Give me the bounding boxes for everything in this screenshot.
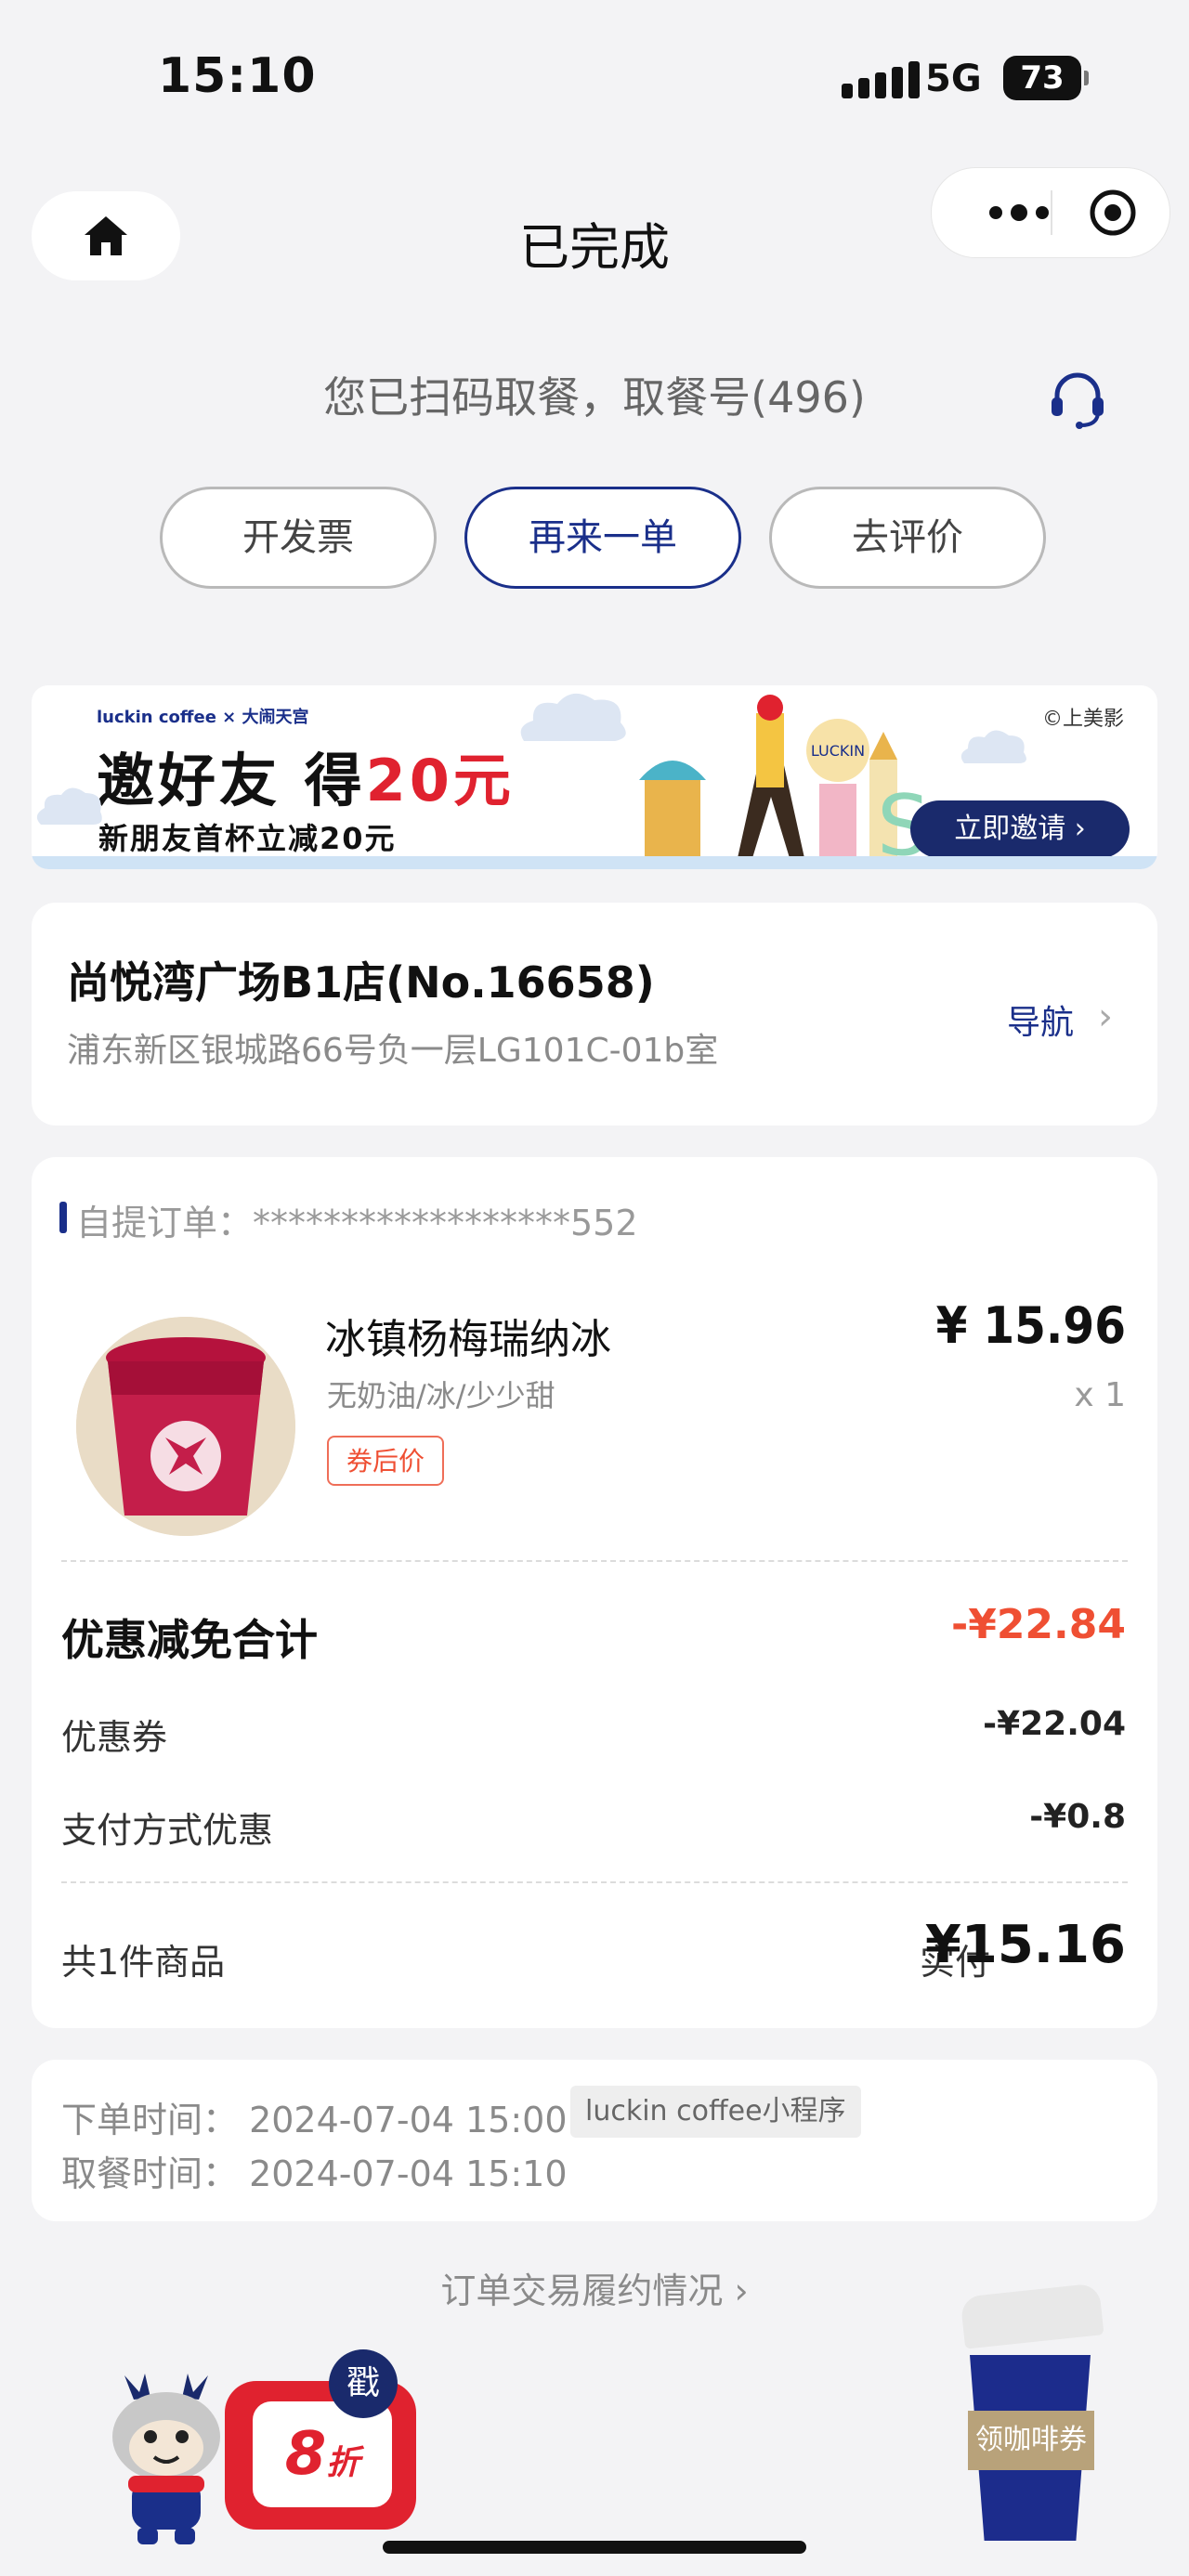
channel-tag: luckin coffee小程序 xyxy=(570,2086,861,2138)
cloud-icon xyxy=(36,787,102,825)
invoice-button[interactable]: 开发票 xyxy=(160,487,437,589)
order-accent-bar xyxy=(59,1202,67,1233)
invite-banner[interactable]: luckin coffee × 大闹天宫 邀好友 得20元 新朋友首杯立减20元… xyxy=(32,685,1157,869)
discount-unit: 折 xyxy=(326,2444,360,2482)
svg-text:LUCKIN: LUCKIN xyxy=(811,742,865,760)
home-indicator xyxy=(383,2541,806,2554)
more-icon[interactable] xyxy=(963,168,1075,257)
capsule-divider xyxy=(1051,190,1052,235)
product-price: ¥ 15.96 xyxy=(935,1296,1126,1355)
battery-icon: 73 xyxy=(1003,56,1089,100)
product-name: 冰镇杨梅瑞纳冰 xyxy=(325,1316,611,1363)
customer-service-icon[interactable] xyxy=(1046,368,1109,435)
pickup-time: 取餐时间： 2024-07-04 15:10 xyxy=(61,2153,568,2194)
product-quantity: x 1 xyxy=(1074,1376,1126,1414)
coffee-coupon-promo[interactable]: 领咖啡券 xyxy=(946,2283,1113,2550)
invite-button[interactable]: 立即邀请 › xyxy=(910,800,1130,858)
paris-illustration: LUCKIN S xyxy=(639,695,923,858)
coupon-price-tag: 券后价 xyxy=(327,1436,444,1486)
coupon-value: -¥22.04 xyxy=(983,1705,1126,1743)
status-time: 15:10 xyxy=(158,48,317,104)
chevron-right-icon[interactable]: › xyxy=(1098,995,1113,1038)
banner-copyright: ©上美影 xyxy=(1041,708,1124,731)
banner-headline-prefix: 邀好友 得 xyxy=(97,747,366,814)
store-name: 尚悦湾广场B1店(No.16658) xyxy=(67,957,655,1008)
deer-mascot-icon xyxy=(112,2374,220,2544)
discount-label: 8折 xyxy=(253,2401,392,2507)
divider xyxy=(61,1881,1128,1883)
stamp-badge: 戳 xyxy=(329,2349,398,2418)
payment-discount-value: -¥0.8 xyxy=(1029,1798,1126,1836)
banner-strip xyxy=(32,856,1157,869)
signal-icon xyxy=(842,61,920,98)
divider xyxy=(61,1560,1128,1562)
discount-total-label: 优惠减免合计 xyxy=(61,1615,318,1665)
banner-subline: 新朋友首杯立减20元 xyxy=(98,821,397,856)
order-time-card: 下单时间： 2024-07-04 15:00 luckin coffee小程序 … xyxy=(32,2060,1157,2221)
order-card: 自提订单：******************552 冰镇杨梅瑞纳冰 无奶油/冰… xyxy=(32,1157,1157,2028)
cup-lid xyxy=(960,2283,1104,2349)
coupon-label: 优惠券 xyxy=(61,1717,168,1758)
store-address: 浦东新区银城路66号负一层LG101C-01b室 xyxy=(67,1032,719,1070)
payment-discount-label: 支付方式优惠 xyxy=(61,1810,274,1851)
order-time: 下单时间： 2024-07-04 15:00 xyxy=(61,2100,568,2140)
cloud-icon xyxy=(520,693,626,741)
product-spec: 无奶油/冰/少少甜 xyxy=(327,1378,555,1413)
discount-promo[interactable]: 8折 戳 xyxy=(97,2349,431,2554)
banner-headline-amount: 20元 xyxy=(365,747,515,814)
coffee-coupon-label: 领咖啡券 xyxy=(968,2411,1094,2470)
cloud-icon xyxy=(960,730,1026,763)
paid-amount: ¥15.16 xyxy=(924,1915,1126,1975)
order-number: 自提订单：******************552 xyxy=(76,1203,638,1243)
miniprogram-capsule xyxy=(931,167,1170,258)
review-button[interactable]: 去评价 xyxy=(769,487,1046,589)
navigate-link[interactable]: 导航 xyxy=(1007,995,1074,1044)
discount-total-value: -¥22.84 xyxy=(950,1601,1126,1648)
store-card: 尚悦湾广场B1店(No.16658) 浦东新区银城路66号负一层LG101C-0… xyxy=(32,903,1157,1125)
item-count: 共1件商品 xyxy=(61,1942,226,1983)
product-image xyxy=(76,1317,295,1536)
reorder-button[interactable]: 再来一单 xyxy=(464,487,741,589)
pickup-message: 您已扫码取餐，取餐号(496) xyxy=(323,372,866,423)
network-type: 5G xyxy=(925,58,982,100)
banner-logo: luckin coffee × 大闹天宫 xyxy=(97,708,309,727)
close-miniprogram-icon[interactable] xyxy=(1071,168,1155,257)
banner-headline: 邀好友 得20元 xyxy=(97,734,515,817)
discount-value: 8 xyxy=(284,2420,327,2489)
